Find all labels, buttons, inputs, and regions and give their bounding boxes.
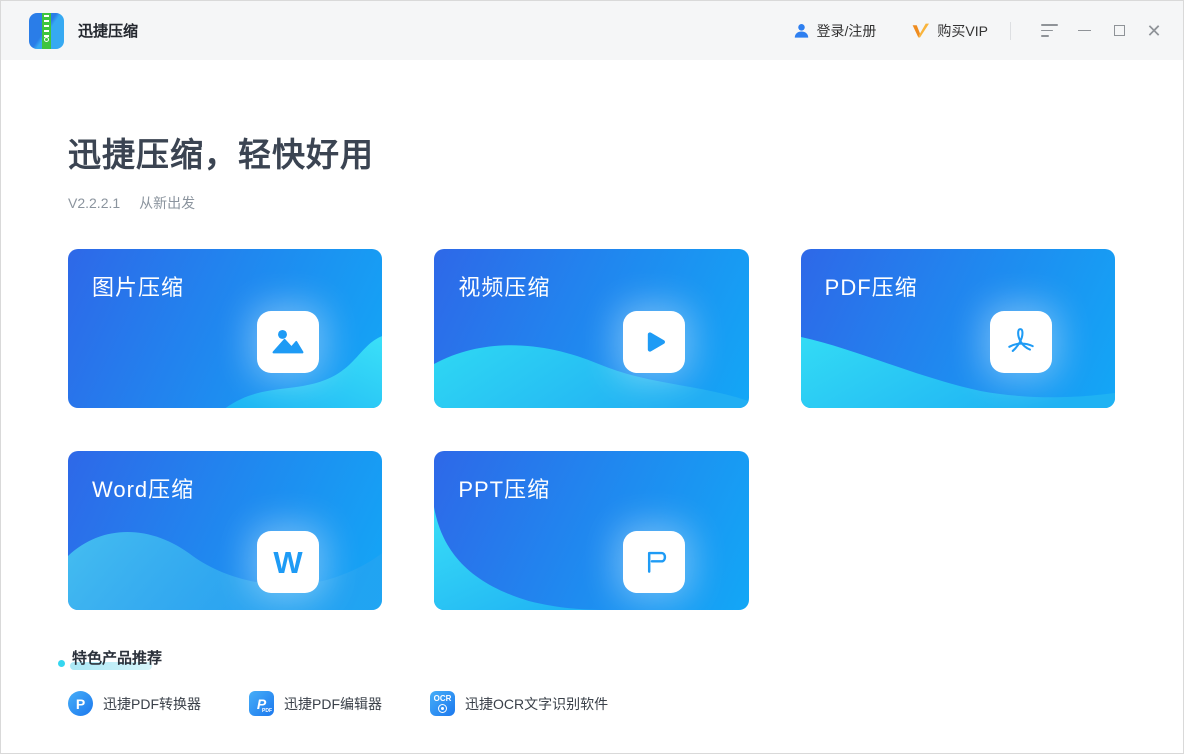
close-button[interactable]: ✕ (1139, 16, 1169, 46)
maximize-button[interactable] (1104, 16, 1134, 46)
product-label: 迅捷PDF编辑器 (284, 695, 382, 712)
page-title: 迅捷压缩，轻快好用 (68, 136, 374, 173)
product-label: 迅捷PDF转换器 (103, 695, 201, 712)
minimize-icon (1077, 29, 1091, 32)
maximize-icon (1113, 25, 1125, 36)
app-logo-icon (29, 12, 64, 49)
app-title: 迅捷压缩 (78, 23, 139, 40)
login-register-label: 登录/注册 (816, 22, 877, 39)
cyan-dot-icon (58, 660, 65, 667)
card-title: Word压缩 (92, 477, 195, 502)
app-window: 迅捷压缩 登录/注册 购买VIP ✕ 迅捷压缩，轻快好用 V2.2.2.1 从新… (0, 0, 1184, 754)
version-line: V2.2.2.1 从新出发 (68, 193, 1115, 213)
minimize-button[interactable] (1069, 16, 1099, 46)
featured-heading: 特色产品推荐 (69, 647, 162, 670)
version-number: V2.2.2.1 (68, 195, 121, 211)
product-ocr-software[interactable]: OCR 迅捷OCR文字识别软件 (430, 691, 608, 716)
card-ppt-compress[interactable]: PPT压缩 (434, 451, 749, 610)
product-links: P 迅捷PDF转换器 P PDF 迅捷PDF编辑器 OCR 迅捷OCR文字识别软… (68, 691, 1115, 716)
user-icon (794, 24, 808, 38)
pdf-converter-icon: P (68, 691, 93, 716)
card-image-compress[interactable]: 图片压缩 (68, 249, 383, 408)
pdf-editor-icon: P PDF (249, 691, 274, 716)
pdf-icon (989, 311, 1052, 373)
word-icon: W (257, 531, 319, 593)
card-title: 图片压缩 (92, 275, 185, 300)
card-pdf-compress[interactable]: PDF压缩 (800, 249, 1115, 408)
product-pdf-editor[interactable]: P PDF 迅捷PDF编辑器 (249, 691, 382, 716)
card-title: PPT压缩 (458, 477, 551, 502)
ppt-icon (623, 531, 686, 593)
titlebar-divider (1010, 21, 1011, 40)
menu-icon (1040, 24, 1058, 37)
menu-button[interactable] (1034, 16, 1064, 46)
image-icon (257, 311, 319, 373)
play-icon (623, 311, 686, 373)
product-label: 迅捷OCR文字识别软件 (465, 695, 609, 712)
buy-vip-button[interactable]: 购买VIP (910, 21, 988, 41)
close-icon: ✕ (1146, 20, 1162, 41)
login-register-button[interactable]: 登录/注册 (793, 21, 877, 41)
titlebar: 迅捷压缩 登录/注册 购买VIP ✕ (1, 1, 1183, 60)
card-title: PDF压缩 (824, 275, 918, 300)
featured-section: 特色产品推荐 P 迅捷PDF转换器 P PDF 迅捷PDF编辑器 OCR 迅捷O… (58, 647, 1115, 716)
product-pdf-converter[interactable]: P 迅捷PDF转换器 (68, 691, 201, 716)
ocr-icon: OCR (430, 691, 455, 716)
card-video-compress[interactable]: 视频压缩 (434, 249, 749, 408)
feature-cards: 图片压缩 视频压缩 PDF压缩 Word压缩 W PPT压缩 (68, 249, 1115, 610)
vip-icon (913, 23, 930, 38)
card-word-compress[interactable]: Word压缩 W (68, 451, 383, 610)
eye-icon (438, 704, 447, 713)
word-letter: W (273, 544, 303, 580)
buy-vip-label: 购买VIP (937, 22, 988, 39)
version-slogan: 从新出发 (139, 195, 196, 211)
card-title: 视频压缩 (458, 275, 551, 300)
main-content: 迅捷压缩，轻快好用 V2.2.2.1 从新出发 图片压缩 视频压缩 PDF压缩 … (1, 128, 1183, 716)
